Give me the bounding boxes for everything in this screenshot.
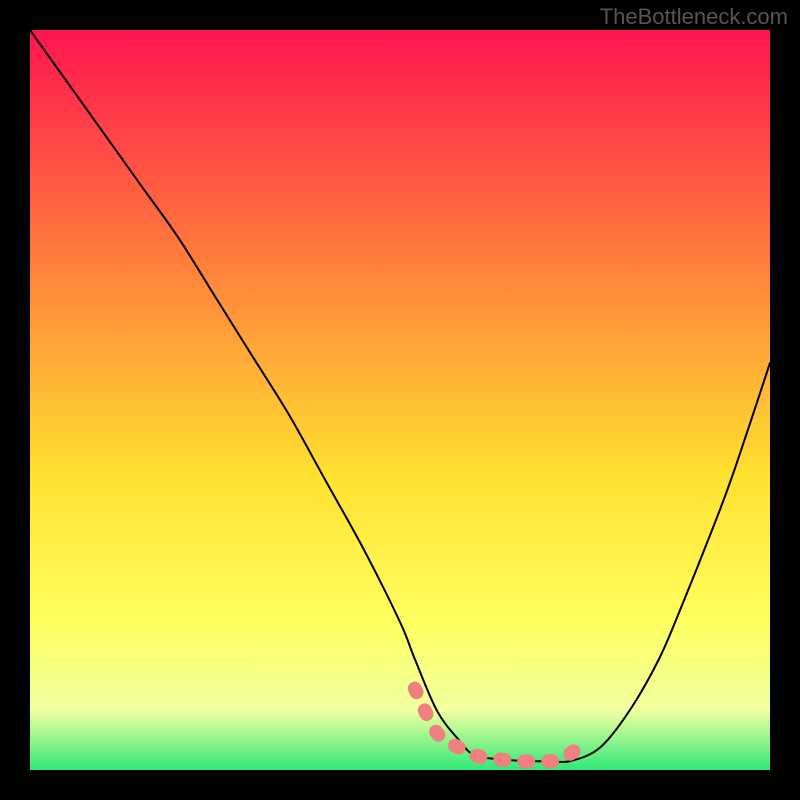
bottleneck-chart [30, 30, 770, 770]
chart-container [30, 30, 770, 770]
watermark-text: TheBottleneck.com [600, 4, 788, 30]
